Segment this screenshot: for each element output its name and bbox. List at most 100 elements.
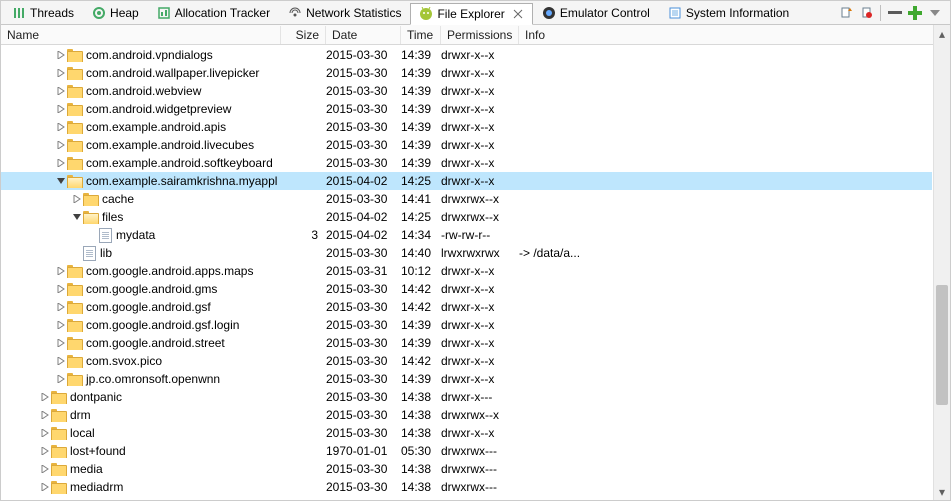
expand-arrow-icon[interactable]: [55, 157, 67, 169]
expand-arrow-icon[interactable]: [55, 85, 67, 97]
scroll-down-button[interactable]: ▾: [934, 483, 950, 500]
cell-date: 2015-03-30: [326, 390, 401, 404]
expand-arrow-icon[interactable]: [55, 373, 67, 385]
tree-row[interactable]: com.svox.pico2015-03-3014:42drwxr-x--x: [1, 352, 932, 370]
expand-arrow-icon[interactable]: [55, 319, 67, 331]
scroll-thumb[interactable]: [936, 285, 948, 405]
expand-arrow-icon[interactable]: [55, 121, 67, 133]
scroll-up-button[interactable]: ▴: [934, 25, 950, 42]
col-header-permissions[interactable]: Permissions: [441, 26, 519, 44]
new-button[interactable]: [906, 4, 924, 22]
cell-name: com.google.android.apps.maps: [7, 264, 281, 278]
tree-row[interactable]: files2015-04-0214:25drwxrwx--x: [1, 208, 932, 226]
tree-row[interactable]: media2015-03-3014:38drwxrwx---: [1, 460, 932, 478]
collapse-arrow-icon[interactable]: [55, 175, 67, 187]
tree-row[interactable]: com.android.widgetpreview2015-03-3014:39…: [1, 100, 932, 118]
cell-name: mediadrm: [7, 480, 281, 494]
tree-row[interactable]: com.android.vpndialogs2015-03-3014:39drw…: [1, 46, 932, 64]
close-icon[interactable]: [512, 8, 524, 20]
cell-time: 14:42: [401, 300, 441, 314]
expand-arrow-icon[interactable]: [39, 445, 51, 457]
tree-row[interactable]: dontpanic2015-03-3014:38drwxr-x---: [1, 388, 932, 406]
expand-arrow-icon[interactable]: [55, 103, 67, 115]
cell-name: com.example.android.softkeyboard: [7, 156, 281, 170]
cell-date: 2015-03-30: [326, 66, 401, 80]
tree-row[interactable]: mydata32015-04-0214:34-rw-rw-r--: [1, 226, 932, 244]
tab-network-statistics[interactable]: Network Statistics: [279, 2, 410, 24]
cell-perm: drwxr-x--x: [441, 156, 519, 170]
cell-perm: drwxr-x--x: [441, 66, 519, 80]
tree-row[interactable]: lib2015-03-3014:40lrwxrwxrwx-> /data/a..…: [1, 244, 932, 262]
tab-allocation-tracker[interactable]: Allocation Tracker: [148, 2, 279, 24]
tab-label: Threads: [30, 6, 74, 20]
column-headers: Name Size Date Time Permissions Info: [1, 25, 950, 45]
folder-icon: [67, 120, 82, 134]
cell-name: com.android.webview: [7, 84, 281, 98]
vertical-scrollbar[interactable]: ▴ ▾: [933, 25, 950, 500]
tree-row[interactable]: com.example.sairamkrishna.myappl2015-04-…: [1, 172, 932, 190]
expand-arrow-icon[interactable]: [71, 193, 83, 205]
tree-row[interactable]: com.example.android.softkeyboard2015-03-…: [1, 154, 932, 172]
expand-arrow-icon[interactable]: [55, 301, 67, 313]
tab-heap[interactable]: Heap: [83, 2, 148, 24]
cell-name: media: [7, 462, 281, 476]
cell-perm: drwxr-x---: [441, 390, 519, 404]
tree-row[interactable]: local2015-03-3014:38drwxr-x--x: [1, 424, 932, 442]
tree-row[interactable]: cache2015-03-3014:41drwxrwx--x: [1, 190, 932, 208]
cell-name: cache: [7, 192, 281, 206]
col-header-name[interactable]: Name: [1, 26, 281, 44]
tree-row[interactable]: com.google.android.gsf2015-03-3014:42drw…: [1, 298, 932, 316]
tree-row[interactable]: com.example.android.livecubes2015-03-301…: [1, 136, 932, 154]
tree-row[interactable]: com.android.webview2015-03-3014:39drwxr-…: [1, 82, 932, 100]
expand-arrow-icon[interactable]: [39, 463, 51, 475]
push-file-button[interactable]: [857, 4, 875, 22]
tree-row[interactable]: com.google.android.gsf.login2015-03-3014…: [1, 316, 932, 334]
tab-threads[interactable]: Threads: [3, 2, 83, 24]
tree-row[interactable]: com.google.android.street2015-03-3014:39…: [1, 334, 932, 352]
cell-time: 14:34: [401, 228, 441, 242]
expand-arrow-icon[interactable]: [55, 337, 67, 349]
tab-system-information[interactable]: System Information: [659, 2, 798, 24]
expand-arrow-icon[interactable]: [39, 409, 51, 421]
expand-arrow-icon[interactable]: [39, 481, 51, 493]
view-menu-button[interactable]: [926, 4, 944, 22]
arrow-placeholder: [87, 229, 99, 241]
col-header-info[interactable]: Info: [519, 26, 950, 44]
cell-time: 05:30: [401, 444, 441, 458]
expand-arrow-icon[interactable]: [55, 283, 67, 295]
expand-arrow-icon[interactable]: [39, 427, 51, 439]
tree-row[interactable]: lost+found1970-01-0105:30drwxrwx---: [1, 442, 932, 460]
tree-row[interactable]: jp.co.omronsoft.openwnn2015-03-3014:39dr…: [1, 370, 932, 388]
col-header-time[interactable]: Time: [401, 26, 441, 44]
tab-file-explorer[interactable]: File Explorer: [410, 3, 532, 25]
col-header-size[interactable]: Size: [281, 26, 326, 44]
collapse-arrow-icon[interactable]: [71, 211, 83, 223]
expand-arrow-icon[interactable]: [55, 67, 67, 79]
tree-row[interactable]: com.android.wallpaper.livepicker 2015-03-…: [1, 64, 932, 82]
cell-date: 2015-03-30: [326, 462, 401, 476]
tab-bar: Threads HeapAllocation TrackerNetwork Sta…: [1, 1, 950, 25]
col-header-date[interactable]: Date: [326, 26, 401, 44]
tree-row[interactable]: drm2015-03-3014:38drwxrwx--x: [1, 406, 932, 424]
pull-file-button[interactable]: [837, 4, 855, 22]
expand-arrow-icon[interactable]: [55, 139, 67, 151]
cell-name: com.svox.pico: [7, 354, 281, 368]
cell-name: com.android.wallpaper.livepicker: [7, 66, 281, 80]
cell-time: 14:39: [401, 102, 441, 116]
tree-row[interactable]: mediadrm2015-03-3014:38drwxrwx---: [1, 478, 932, 496]
file-name-label: media: [70, 462, 103, 476]
tab-emulator-control[interactable]: Emulator Control: [533, 2, 659, 24]
folder-icon: [51, 444, 66, 458]
tree-row[interactable]: com.example.android.apis2015-03-3014:39d…: [1, 118, 932, 136]
cell-time: 14:38: [401, 390, 441, 404]
expand-arrow-icon[interactable]: [39, 391, 51, 403]
cell-perm: drwxr-x--x: [441, 48, 519, 62]
delete-button[interactable]: [886, 4, 904, 22]
cell-date: 2015-03-30: [326, 138, 401, 152]
cell-name: com.example.android.apis: [7, 120, 281, 134]
tree-row[interactable]: com.google.android.gms2015-03-3014:42drw…: [1, 280, 932, 298]
expand-arrow-icon[interactable]: [55, 265, 67, 277]
expand-arrow-icon[interactable]: [55, 49, 67, 61]
tree-row[interactable]: com.google.android.apps.maps2015-03-3110…: [1, 262, 932, 280]
expand-arrow-icon[interactable]: [55, 355, 67, 367]
